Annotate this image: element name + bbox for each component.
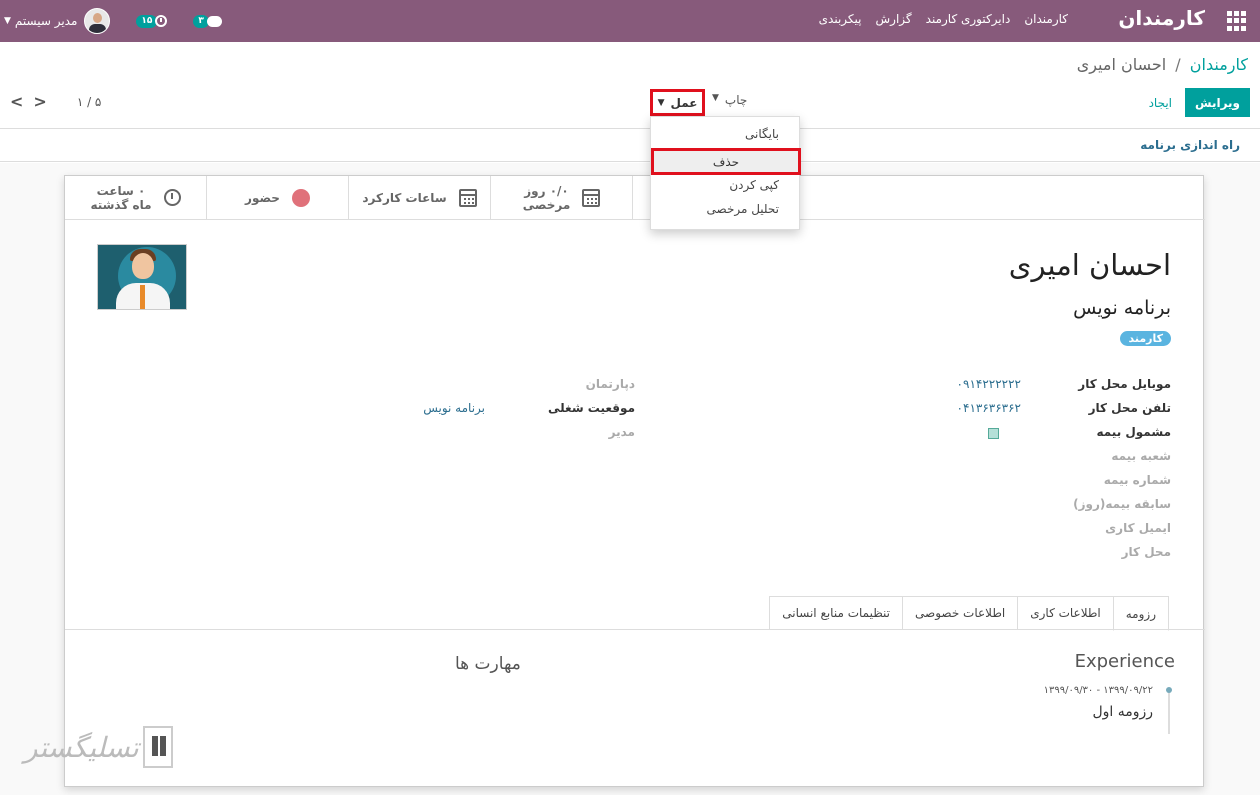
employee-tag-badge: کارمند xyxy=(1120,331,1171,346)
time-off-value: ۰/۰ روز xyxy=(524,183,569,198)
job-position-value[interactable]: برنامه نویس xyxy=(423,401,485,415)
smart-buttons-row: ۰/۰ روز مرخصی ساعات کارکرد حضور ۰ ساعت م… xyxy=(65,176,1205,220)
menu-item-duplicate[interactable]: کپی کردن xyxy=(729,178,779,192)
menu-reporting[interactable]: گزارش xyxy=(876,12,912,26)
employee-photo[interactable] xyxy=(97,244,187,310)
worked-hours-label: ساعات کارکرد xyxy=(362,190,447,205)
presence-smart-button[interactable]: حضور xyxy=(207,176,349,219)
timeline-dot xyxy=(1166,687,1172,693)
job-position-label: موقعیت شغلی xyxy=(548,401,635,415)
breadcrumb-separator: / xyxy=(1175,55,1181,74)
create-button[interactable]: ایجاد xyxy=(1142,88,1178,117)
insured-checkbox[interactable] xyxy=(988,428,999,439)
resume-entry-dates: ۱۳۹۹/۰۹/۲۲ - ۱۳۹۹/۰۹/۳۰ xyxy=(1043,685,1153,696)
last-month-hours-smart-button[interactable]: ۰ ساعت ماه گذشته xyxy=(65,176,207,219)
print-label: چاپ xyxy=(724,93,748,107)
tab-divider xyxy=(65,629,1205,630)
edit-button[interactable]: ویرایش xyxy=(1184,88,1250,117)
user-menu-caret-icon[interactable]: ▼ xyxy=(4,16,11,26)
menu-item-archive[interactable]: بایگانی xyxy=(745,127,779,141)
work-contact-fields: موبایل محل کار ۰۹۱۴۲۲۲۲۲۲ تلفن محل کار ۰۴۱… xyxy=(771,374,1171,566)
employee-job-title: برنامه نویس xyxy=(1073,297,1171,319)
chevron-down-icon: ▼ xyxy=(657,97,665,108)
tab-private-information[interactable]: اطلاعات خصوصی xyxy=(902,596,1019,630)
presence-label: حضور xyxy=(245,190,280,205)
action-dropdown-button[interactable]: عمل ▼ xyxy=(650,89,705,116)
pager-value[interactable]: ۱ / ۵ xyxy=(77,95,102,109)
time-off-smart-button[interactable]: ۰/۰ روز مرخصی xyxy=(491,176,633,219)
skills-heading: مهارت ها xyxy=(455,654,521,674)
breadcrumb: کارمندان / احسان امیری xyxy=(1077,55,1248,74)
pager-next-icon[interactable]: > xyxy=(33,94,46,110)
action-label: عمل xyxy=(670,95,698,110)
chevron-down-icon: ▼ xyxy=(712,93,719,103)
tab-resume[interactable]: رزومه xyxy=(1112,596,1169,631)
watermark: تسلیگستر xyxy=(24,726,173,768)
insurance-number-label: شماره بیمه xyxy=(1103,473,1171,487)
clock-icon xyxy=(163,189,181,206)
form-tabs: رزومه اطلاعات کاری اطلاعات خصوصی تنظیمات… xyxy=(769,596,1169,631)
launch-plan-button[interactable]: راه اندازی برنامه xyxy=(1140,138,1240,152)
activities-button[interactable]: ۱۵ xyxy=(136,14,168,28)
last-month-label: ماه گذشته xyxy=(90,197,152,212)
calendar-icon xyxy=(582,188,601,207)
calendar-icon xyxy=(458,188,477,207)
work-location-label: محل کار xyxy=(1121,545,1171,559)
time-off-label: مرخصی xyxy=(522,197,571,212)
worked-hours-smart-button[interactable]: ساعات کارکرد xyxy=(349,176,491,219)
timeline-line xyxy=(1168,690,1170,734)
activities-count-badge: ۱۵ xyxy=(136,14,158,28)
chat-icon xyxy=(206,15,222,27)
user-avatar[interactable] xyxy=(84,8,111,34)
clock-icon xyxy=(155,15,168,27)
menu-item-delete[interactable]: حذف xyxy=(651,148,801,175)
last-month-value: ۰ ساعت xyxy=(96,183,146,198)
watermark-text: تسلیگستر xyxy=(24,730,139,764)
phone-value[interactable]: ۰۴۱۳۶۳۶۳۶۲ xyxy=(957,401,1021,415)
tab-work-information[interactable]: اطلاعات کاری xyxy=(1017,596,1114,630)
pager-previous-icon[interactable]: < xyxy=(10,94,23,110)
organization-fields: دپارتمان موقعیت شغلی برنامه نویس مدیر xyxy=(415,374,635,446)
user-name[interactable]: مدیر سیستم xyxy=(15,14,78,28)
mobile-label: موبایل محل کار xyxy=(1078,377,1171,391)
employee-form-sheet: ۰/۰ روز مرخصی ساعات کارکرد حضور ۰ ساعت م… xyxy=(64,175,1205,787)
department-label: دپارتمان xyxy=(585,377,635,391)
insurance-branch-label: شعبه بیمه xyxy=(1111,449,1171,463)
print-dropdown-button[interactable]: چاپ ▼ xyxy=(712,93,747,107)
menu-employee-directory[interactable]: دایرکتوری کارمند xyxy=(926,12,1011,26)
status-bar: راه اندازی برنامه xyxy=(0,129,1260,162)
tab-hr-settings[interactable]: تنظیمات منابع انسانی xyxy=(769,596,904,630)
watermark-logo-icon xyxy=(142,726,173,768)
pager: < > ۱ / ۵ xyxy=(10,94,102,110)
breadcrumb-current: احسان امیری xyxy=(1076,55,1167,74)
menu-employees[interactable]: کارمندان xyxy=(1024,12,1068,26)
menu-configuration[interactable]: پیکربندی xyxy=(819,12,862,26)
app-brand: کارمندان xyxy=(1118,6,1205,30)
mobile-value[interactable]: ۰۹۱۴۲۲۲۲۲۲ xyxy=(957,377,1021,391)
main-menu: کارمندان دایرکتوری کارمند گزارش پیکربندی xyxy=(819,12,1068,26)
insured-label: مشمول بیمه xyxy=(1096,425,1171,439)
messages-button[interactable]: ۳ xyxy=(193,14,222,28)
insurance-history-label: سابقه بیمه(روز) xyxy=(1073,497,1171,511)
action-dropdown-menu: بایگانی حذف کپی کردن تحلیل مرخصی xyxy=(650,116,801,230)
phone-label: تلفن محل کار xyxy=(1088,401,1171,415)
menu-item-time-off-analysis[interactable]: تحلیل مرخصی xyxy=(707,202,779,216)
experience-heading: Experience xyxy=(1074,651,1175,672)
apps-menu-icon[interactable] xyxy=(1226,11,1246,31)
employee-name: احسان امیری xyxy=(1008,248,1171,282)
resume-entry-name[interactable]: رزومه اول xyxy=(1092,704,1153,720)
presence-status-icon xyxy=(291,188,310,207)
work-email-label: ایمیل کاری xyxy=(1105,521,1171,535)
manager-label: مدیر xyxy=(608,425,635,439)
top-navbar: کارمندان کارمندان دایرکتوری کارمند گزارش… xyxy=(0,0,1260,42)
breadcrumb-parent[interactable]: کارمندان xyxy=(1190,55,1248,74)
